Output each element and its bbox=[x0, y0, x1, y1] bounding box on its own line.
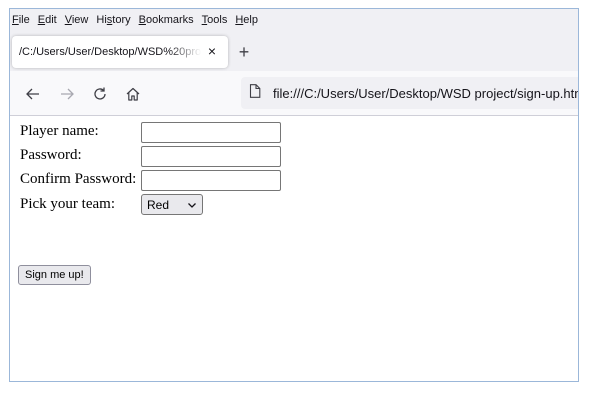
tab-active[interactable]: /C:/Users/User/Desktop/WSD%20project/sig… bbox=[12, 36, 228, 68]
menu-tools[interactable]: Tools bbox=[202, 14, 228, 26]
team-select-value: Red bbox=[147, 197, 170, 212]
player-name-row: Player name: bbox=[20, 121, 142, 142]
url-text: file:///C:/Users/User/Desktop/WSD projec… bbox=[273, 85, 579, 101]
forward-arrow-icon bbox=[57, 84, 77, 104]
home-icon[interactable] bbox=[123, 84, 143, 104]
team-label: Pick your team: bbox=[20, 196, 115, 212]
password-input[interactable] bbox=[141, 146, 281, 167]
menu-file[interactable]: File bbox=[12, 14, 30, 26]
navigation-bar: file:///C:/Users/User/Desktop/WSD projec… bbox=[10, 71, 578, 116]
confirm-password-label: Confirm Password: bbox=[20, 171, 137, 187]
reload-icon[interactable] bbox=[90, 84, 110, 104]
menu-history[interactable]: History bbox=[96, 14, 130, 26]
password-label: Password: bbox=[20, 147, 82, 163]
sign-up-button[interactable]: Sign me up! bbox=[18, 265, 91, 285]
chevron-down-icon bbox=[187, 199, 197, 213]
tab-strip: /C:/Users/User/Desktop/WSD%20project/sig… bbox=[10, 31, 578, 71]
password-row: Password: bbox=[20, 145, 142, 166]
menu-view[interactable]: View bbox=[65, 14, 89, 26]
close-icon[interactable]: × bbox=[204, 43, 220, 59]
menu-help[interactable]: Help bbox=[235, 14, 258, 26]
team-select[interactable]: Red bbox=[141, 194, 203, 215]
confirm-password-row: Confirm Password: bbox=[20, 169, 142, 190]
menu-bar: File Edit View History Bookmarks Tools H… bbox=[10, 9, 578, 31]
page-icon bbox=[249, 83, 261, 103]
tab-title: /C:/Users/User/Desktop/WSD%20project/sig… bbox=[19, 46, 201, 58]
address-bar[interactable]: file:///C:/Users/User/Desktop/WSD projec… bbox=[241, 77, 579, 109]
page-content: Player name: Password: Confirm Password:… bbox=[10, 117, 578, 381]
browser-window: File Edit View History Bookmarks Tools H… bbox=[9, 8, 579, 382]
team-row: Pick your team: bbox=[20, 194, 142, 215]
player-name-input[interactable] bbox=[141, 122, 281, 143]
confirm-password-input[interactable] bbox=[141, 170, 281, 191]
player-name-label: Player name: bbox=[20, 123, 99, 139]
menu-bookmarks[interactable]: Bookmarks bbox=[139, 14, 194, 26]
back-arrow-icon[interactable] bbox=[23, 84, 43, 104]
new-tab-icon[interactable]: + bbox=[234, 42, 254, 62]
menu-edit[interactable]: Edit bbox=[38, 14, 57, 26]
